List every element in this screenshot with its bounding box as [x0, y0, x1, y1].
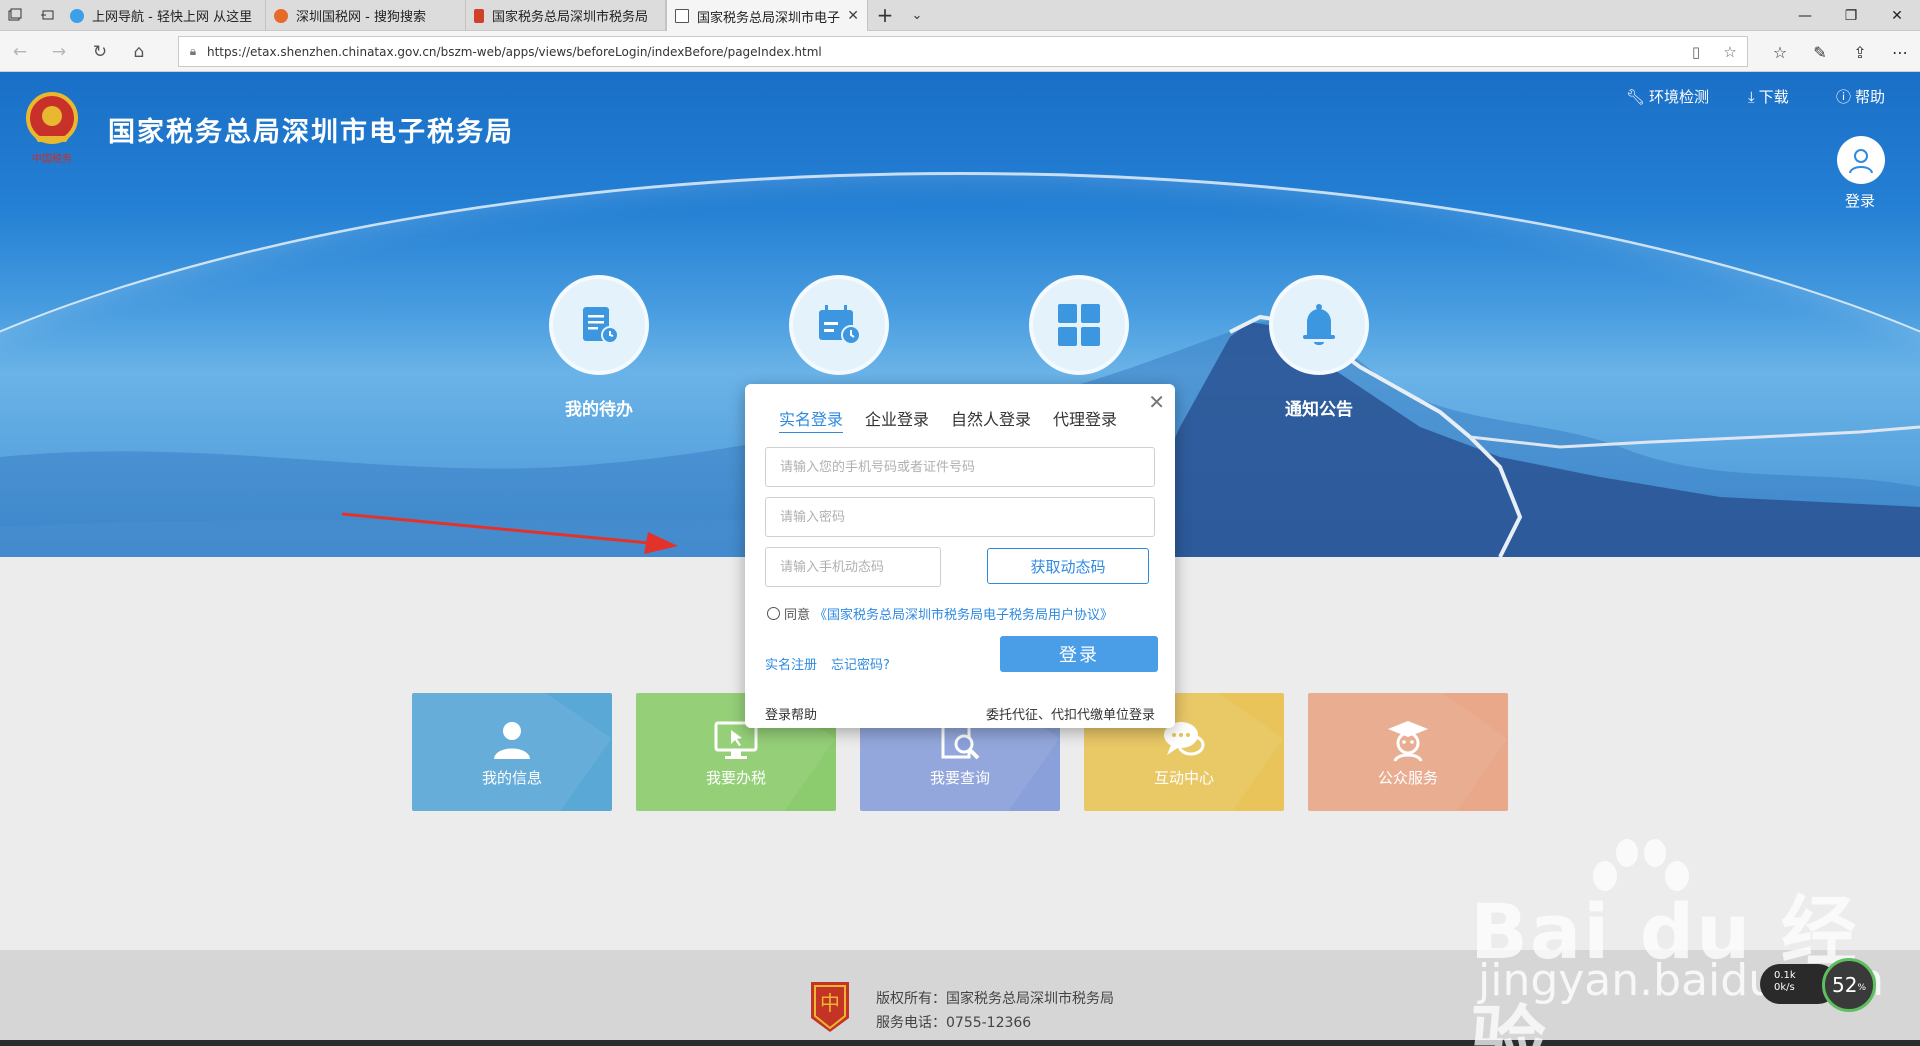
agreement-link[interactable]: 《国家税务总局深圳市税务局电子税务局用户协议》: [814, 604, 1113, 623]
login-dialog: ✕ 实名登录 企业登录 自然人登录 代理登录 获取动态码 同意 《国家税务总局深…: [745, 384, 1175, 728]
favorites-icon[interactable]: ☆: [1766, 39, 1794, 65]
help-icon: ⓘ: [1836, 88, 1852, 106]
tab-nav[interactable]: 上网导航 - 轻快上网 从这里: [62, 0, 266, 31]
tab-individual-login[interactable]: 自然人登录: [951, 406, 1031, 433]
phone-or-id-input[interactable]: [765, 447, 1155, 487]
calendar-button[interactable]: [789, 275, 889, 375]
tax-favicon-icon: [474, 8, 484, 23]
tab-menu-icon[interactable]: ⌄: [904, 3, 930, 27]
tile-my-info[interactable]: 我的信息: [412, 693, 612, 811]
help-label: 帮助: [1855, 88, 1886, 106]
new-tab-icon[interactable]: +: [872, 3, 898, 27]
login-help-link[interactable]: 登录帮助: [765, 704, 817, 723]
login-button[interactable]: 登录: [1000, 636, 1158, 672]
memory-gauge: 52%: [1822, 958, 1876, 1012]
tab-label: 国家税务总局深圳市税务局: [492, 10, 649, 25]
tab-list-icon[interactable]: [2, 3, 28, 27]
env-check-link[interactable]: 🔧︎ 环境检测: [1626, 86, 1709, 107]
apps-button[interactable]: [1029, 275, 1129, 375]
footer-phone: 服务电话：0755-12366: [876, 1015, 1032, 1031]
notice-button[interactable]: [1269, 275, 1369, 375]
red-arrow-annotation: [341, 512, 678, 554]
page-favicon-icon: [675, 9, 689, 23]
tab-label: 深圳国税网 - 搜狗搜索: [296, 10, 426, 25]
download-label: 下载: [1758, 88, 1789, 106]
tab-close-icon[interactable]: ✕: [847, 8, 859, 24]
grid-apps-icon: [1058, 304, 1100, 346]
todo-label: 我的待办: [565, 400, 633, 420]
more-icon[interactable]: ⋯: [1886, 39, 1914, 65]
download-icon: ⤓: [1748, 87, 1755, 106]
graduate-icon: [1388, 720, 1428, 762]
agree-label: 同意: [784, 608, 811, 623]
tab-label: 国家税务总局深圳市电子: [697, 10, 841, 26]
agree-radio[interactable]: [767, 607, 780, 620]
wrench-icon: 🔧︎: [1626, 87, 1646, 106]
favorite-star-icon[interactable]: ☆: [1713, 43, 1747, 61]
lock-icon: 🔒︎: [189, 44, 197, 58]
site-title: 国家税务总局深圳市电子税务局: [108, 117, 514, 148]
calendar-clock-icon: [819, 305, 861, 345]
party-emblem-logo: 中: [811, 982, 849, 1032]
sms-code-input[interactable]: [765, 547, 941, 587]
refresh-icon[interactable]: ↻: [87, 39, 113, 65]
help-link[interactable]: ⓘ 帮助: [1836, 86, 1885, 107]
tax-emblem-logo: 中国税务: [26, 92, 78, 165]
minimize-icon[interactable]: —: [1782, 0, 1828, 31]
tab-tax-bureau[interactable]: 国家税务总局深圳市税务局: [466, 0, 666, 31]
back-tab-icon[interactable]: [34, 3, 60, 27]
network-speed-widget[interactable]: 0.1k 0k/s 52%: [1760, 958, 1878, 1012]
tab-enterprise-login[interactable]: 企业登录: [865, 406, 929, 433]
todo-button[interactable]: [549, 275, 649, 375]
tile-label: 我要查询: [929, 768, 990, 787]
tile-label: 公众服务: [1377, 768, 1438, 787]
memory-percent: 52: [1831, 973, 1858, 997]
home-icon[interactable]: ⌂: [126, 39, 152, 65]
todo-list-icon: [583, 307, 619, 344]
pen-icon[interactable]: ✎: [1806, 39, 1834, 65]
notice-label: 通知公告: [1285, 400, 1353, 420]
reading-view-icon[interactable]: ▯: [1679, 43, 1713, 61]
url-text: https://etax.shenzhen.chinatax.gov.cn/bs…: [207, 44, 822, 59]
tile-public-service[interactable]: 公众服务: [1308, 693, 1508, 811]
browser-tab-bar: 上网导航 - 轻快上网 从这里 深圳国税网 - 搜狗搜索 国家税务总局深圳市税务…: [0, 0, 1920, 32]
user-login-label[interactable]: 登录: [1845, 190, 1875, 211]
memory-percent-unit: %: [1857, 983, 1866, 993]
forgot-password-link[interactable]: 忘记密码?: [831, 654, 890, 673]
get-sms-code-button[interactable]: 获取动态码: [987, 548, 1149, 584]
window-close-icon[interactable]: ✕: [1874, 0, 1920, 31]
svg-text:中国税务: 中国税务: [32, 152, 72, 165]
agreement-row: 同意 《国家税务总局深圳市税务局电子税务局用户协议》: [767, 604, 1113, 623]
tile-label: 我的信息: [481, 768, 542, 787]
tile-label: 我要办税: [705, 768, 766, 787]
bell-icon: [1303, 304, 1335, 345]
env-check-label: 环境检测: [1649, 88, 1710, 106]
download-link[interactable]: ⤓ 下载: [1748, 86, 1789, 107]
restore-icon[interactable]: ❐: [1828, 0, 1874, 31]
url-field[interactable]: 🔒︎ https://etax.shenzhen.chinatax.gov.cn…: [178, 36, 1748, 67]
agent-unit-login-link[interactable]: 委托代征、代扣代缴单位登录: [986, 704, 1155, 723]
tab-label: 上网导航 - 轻快上网 从这里: [92, 10, 253, 25]
browser-address-bar: ← → ↻ ⌂ 🔒︎ https://etax.shenzhen.chinata…: [0, 31, 1920, 72]
password-input[interactable]: [765, 497, 1155, 537]
user-avatar-icon[interactable]: [1837, 136, 1885, 184]
sogou-favicon-icon: [274, 8, 288, 23]
baidu-paw-icon: [1593, 839, 1689, 891]
person-icon: [494, 721, 530, 759]
login-type-tabs: 实名登录 企业登录 自然人登录 代理登录: [779, 406, 1117, 433]
forward-icon[interactable]: →: [46, 39, 72, 65]
browser-favicon-icon: [70, 8, 84, 23]
tab-agent-login[interactable]: 代理登录: [1053, 406, 1117, 433]
share-icon[interactable]: ⇪: [1846, 39, 1874, 65]
tab-etax-active[interactable]: 国家税务总局深圳市电子 ✕: [666, 0, 868, 32]
dialog-close-icon[interactable]: ✕: [1148, 392, 1165, 412]
back-icon[interactable]: ←: [7, 39, 33, 65]
tab-realname-login[interactable]: 实名登录: [779, 406, 844, 433]
svg-text:中: 中: [820, 991, 840, 1015]
tab-sogou-search[interactable]: 深圳国税网 - 搜狗搜索: [266, 0, 466, 31]
footer-copyright: 版权所有：国家税务总局深圳市税务局: [876, 991, 1114, 1007]
register-link[interactable]: 实名注册: [765, 654, 817, 673]
tile-label: 互动中心: [1153, 768, 1214, 787]
